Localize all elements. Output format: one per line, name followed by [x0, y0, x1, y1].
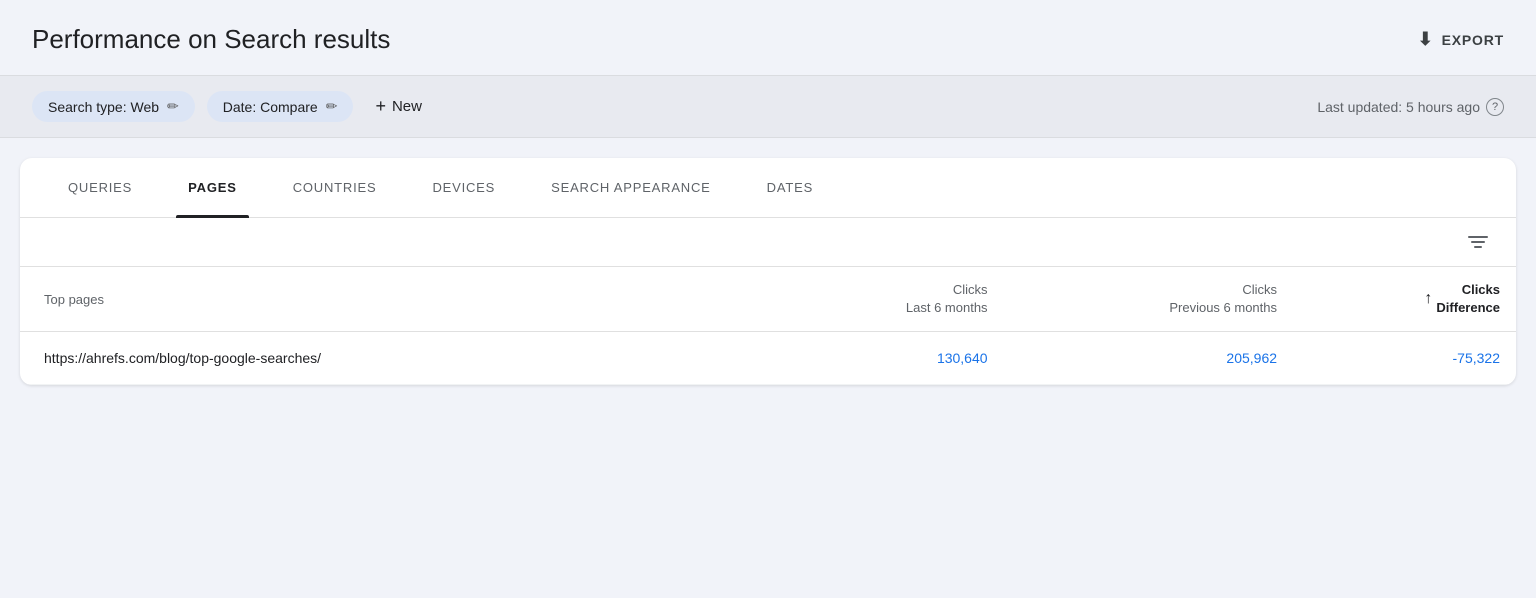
help-icon[interactable]: ?	[1486, 98, 1504, 116]
filter-rows-button[interactable]	[1464, 232, 1492, 252]
table-row: https://ahrefs.com/blog/top-google-searc…	[20, 332, 1516, 385]
search-type-label: Search type: Web	[48, 99, 159, 115]
filter-line-3	[1474, 246, 1482, 248]
col-header-clicks-prev: Clicks Previous 6 months	[1004, 267, 1293, 332]
new-filter-button[interactable]: + New	[365, 90, 432, 123]
table-header-row: Top pages Clicks Last 6 months Clicks Pr…	[20, 267, 1516, 332]
clicks-prev-link[interactable]: 205,962	[1226, 350, 1277, 366]
page-title: Performance on Search results	[32, 24, 390, 55]
export-label: EXPORT	[1442, 32, 1504, 48]
search-type-chip[interactable]: Search type: Web ✏	[32, 91, 195, 122]
col-header-clicks-diff: ↑ Clicks Difference	[1293, 267, 1516, 332]
date-compare-chip[interactable]: Date: Compare ✏	[207, 91, 354, 122]
new-label: New	[392, 98, 422, 115]
filter-line-2	[1471, 241, 1485, 243]
tab-countries[interactable]: COUNTRIES	[265, 158, 405, 217]
tab-pages[interactable]: PAGES	[160, 158, 265, 217]
tab-search-appearance[interactable]: SEARCH APPEARANCE	[523, 158, 739, 217]
export-icon: ⬇	[1418, 29, 1434, 50]
data-table: Top pages Clicks Last 6 months Clicks Pr…	[20, 267, 1516, 385]
cell-page-url: https://ahrefs.com/blog/top-google-searc…	[20, 332, 768, 385]
tabs-bar: QUERIES PAGES COUNTRIES DEVICES SEARCH A…	[20, 158, 1516, 218]
last-updated: Last updated: 5 hours ago ?	[1317, 98, 1504, 116]
clicks-last-link[interactable]: 130,640	[937, 350, 988, 366]
last-updated-text: Last updated: 5 hours ago	[1317, 99, 1480, 115]
cell-clicks-last: 130,640	[768, 332, 1004, 385]
tab-queries[interactable]: QUERIES	[40, 158, 160, 217]
edit-icon: ✏	[167, 98, 179, 115]
tab-dates[interactable]: DATES	[739, 158, 841, 217]
table-controls	[20, 218, 1516, 267]
col-header-page: Top pages	[20, 267, 768, 332]
plus-icon: +	[375, 96, 386, 117]
edit-icon-date: ✏	[326, 98, 338, 115]
main-card: QUERIES PAGES COUNTRIES DEVICES SEARCH A…	[20, 158, 1516, 385]
cell-clicks-prev: 205,962	[1004, 332, 1293, 385]
export-button[interactable]: ⬇ EXPORT	[1418, 29, 1504, 50]
date-compare-label: Date: Compare	[223, 99, 318, 115]
cell-clicks-diff: -75,322	[1293, 332, 1516, 385]
sort-arrow-icon: ↑	[1424, 290, 1432, 308]
tab-devices[interactable]: DEVICES	[404, 158, 523, 217]
page-header: Performance on Search results ⬇ EXPORT	[0, 0, 1536, 75]
filter-bar: Search type: Web ✏ Date: Compare ✏ + New…	[0, 75, 1536, 138]
filter-line-1	[1468, 236, 1488, 238]
col-header-clicks-last: Clicks Last 6 months	[768, 267, 1004, 332]
